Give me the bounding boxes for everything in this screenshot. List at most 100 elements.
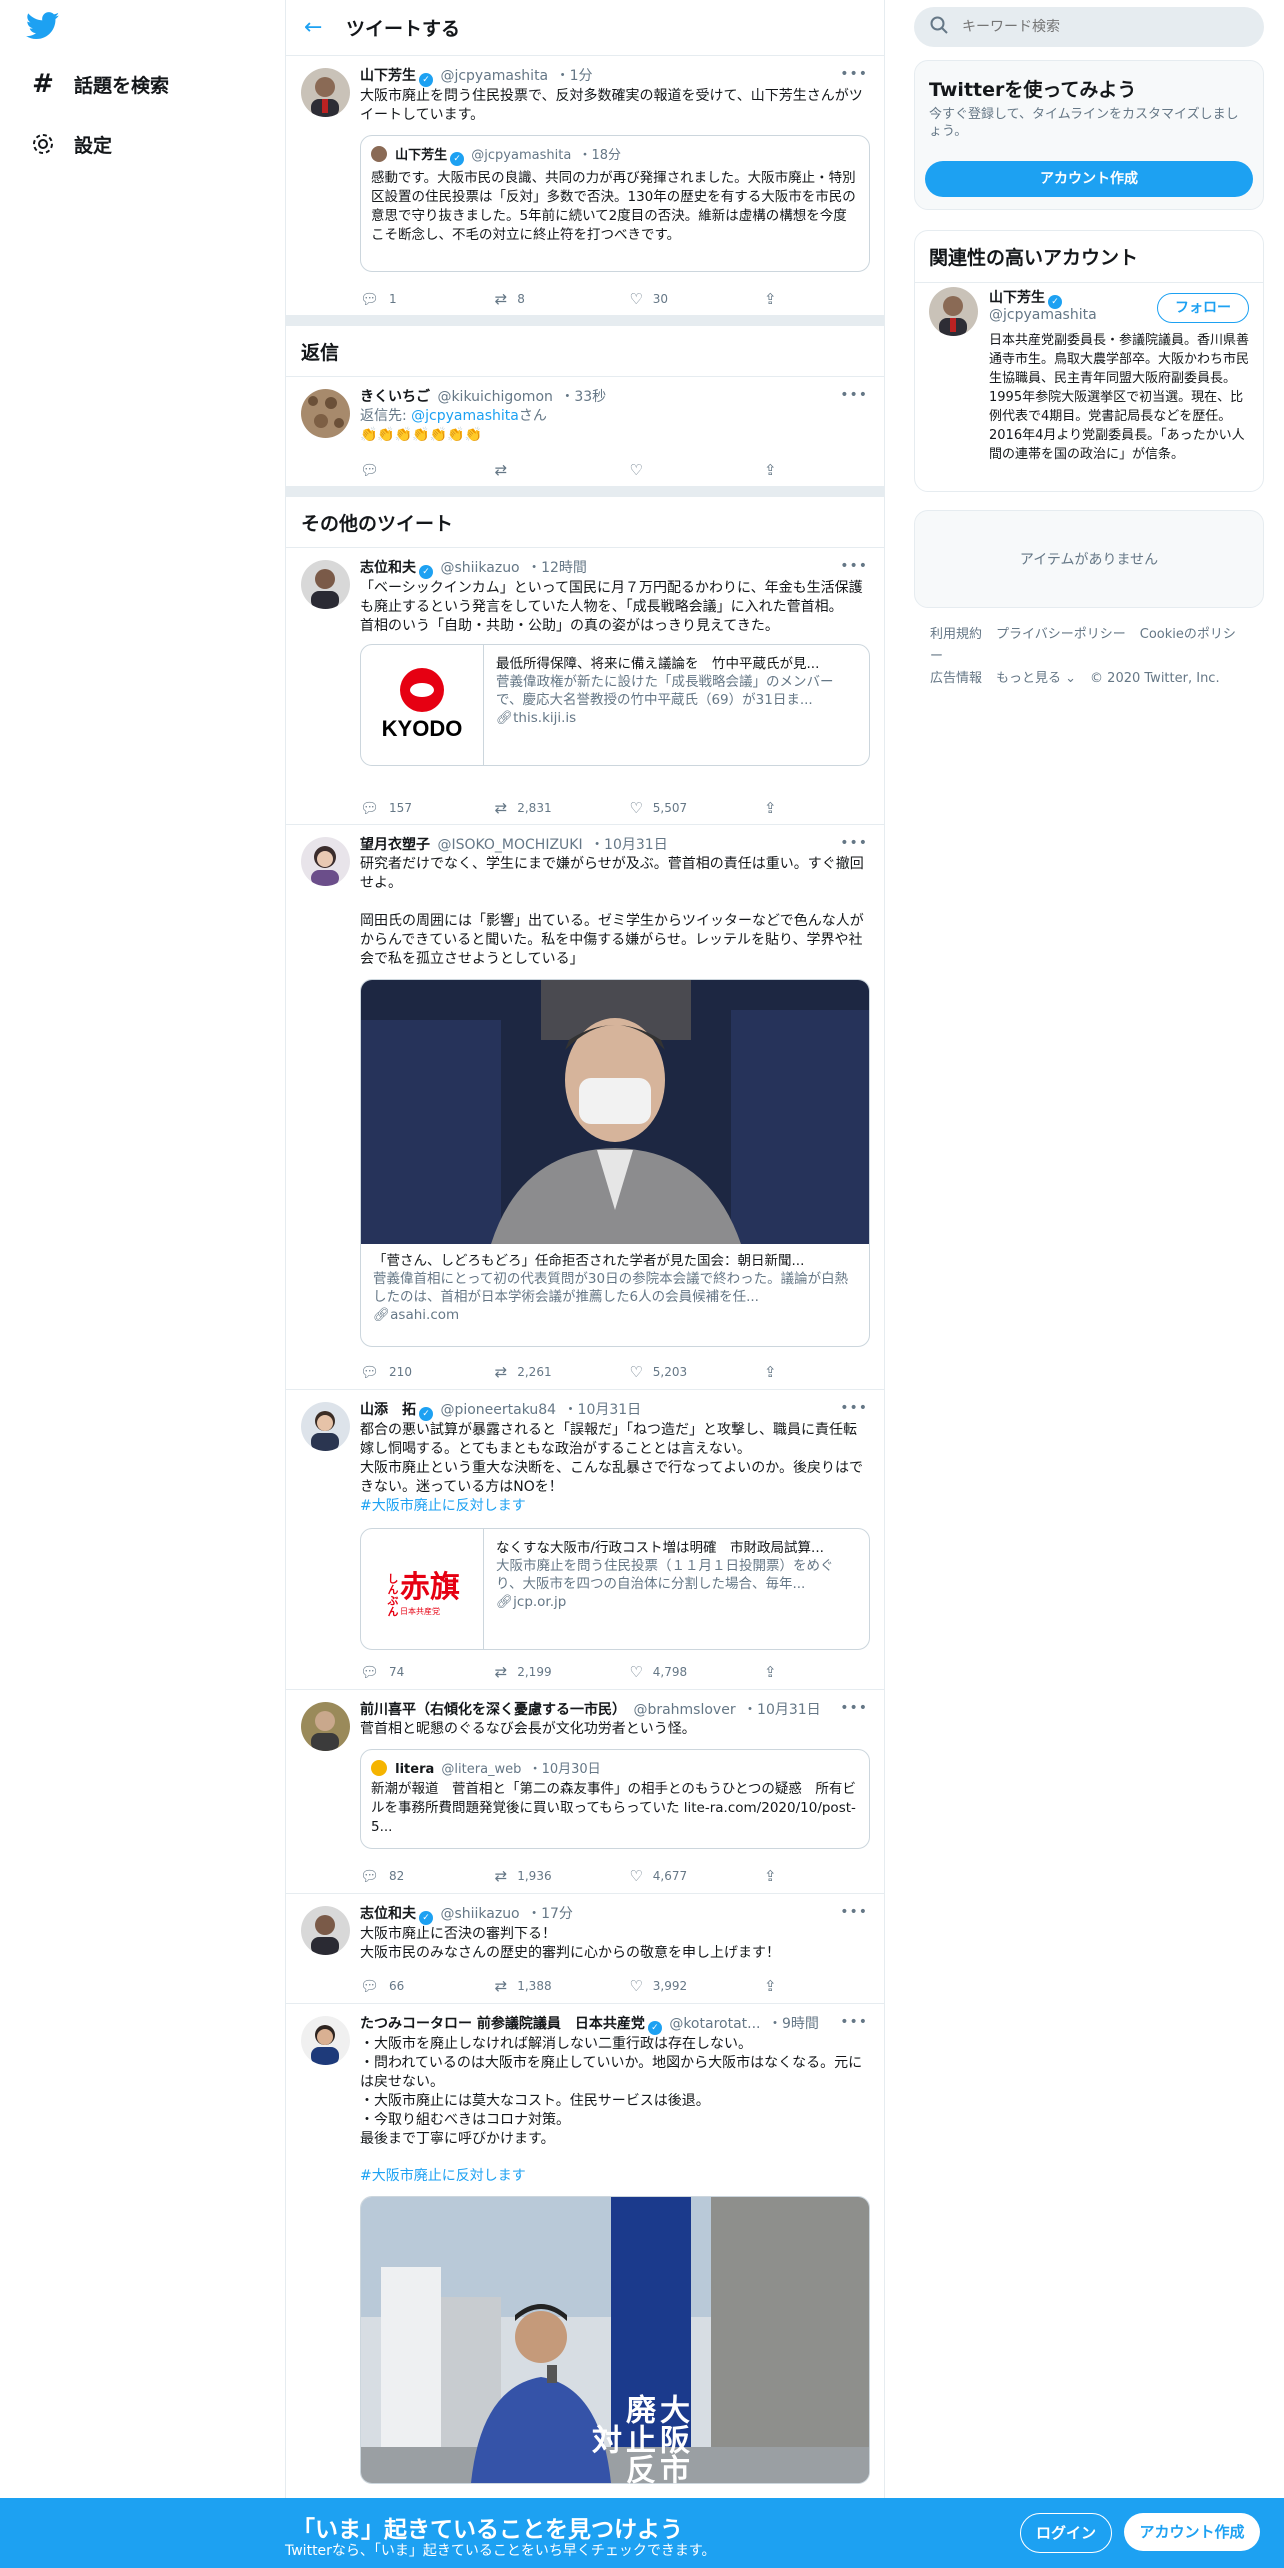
like-button[interactable]: ♡ 5,203 [629, 1363, 749, 1381]
tweet-author-name[interactable]: 志位和夫 [360, 1906, 416, 1922]
more-options-icon[interactable]: ••• [840, 2014, 868, 2030]
tweet-time[interactable]: ・33秒 [560, 389, 606, 405]
tweet-author-handle[interactable]: @shiikazuo [440, 560, 519, 576]
avatar[interactable] [301, 68, 350, 117]
tweet-time[interactable]: ・1分 [556, 68, 593, 84]
tweet-author-name[interactable]: 志位和夫 [360, 560, 416, 576]
timeline-tweet[interactable]: 山添 拓 ✓ @pioneertaku84 ・10月31日 都合の悪い試算が暴露さ… [286, 1390, 884, 1690]
more-options-icon[interactable]: ••• [840, 1700, 868, 1716]
timeline-tweet[interactable]: 前川喜平（右傾化を深く憂慮する一市民） @brahmslover ・10月31日… [286, 1690, 884, 1894]
tweet-author-name[interactable]: 望月衣塑子 [360, 837, 430, 853]
tweet-author-handle[interactable]: @ISOKO_MOCHIZUKI [437, 837, 582, 853]
avatar[interactable] [929, 287, 978, 336]
reply-button[interactable]: 💬︎ [360, 461, 480, 479]
link-card[interactable]: 「菅さん、しどろもどろ」任命拒否された学者が見た国会：朝日新聞... 菅義偉首相… [360, 979, 870, 1347]
retweet-button[interactable]: ⇄ 1,936 [495, 1867, 615, 1885]
retweet-button[interactable]: ⇄ 8 [495, 290, 615, 308]
tweet-author-handle[interactable]: @kikuichigomon [437, 389, 552, 405]
avatar[interactable] [301, 389, 350, 438]
like-button[interactable]: ♡ 4,798 [629, 1663, 749, 1681]
nav-settings[interactable]: 設定 [30, 124, 112, 164]
reply-tweet[interactable]: きくいちご @kikuichigomon ・33秒 返信先: @jcpyamas… [286, 377, 884, 487]
avatar[interactable] [301, 560, 350, 609]
related-account-name-row[interactable]: 山下芳生 ✓ [989, 287, 1062, 309]
login-button[interactable]: ログイン [1020, 2513, 1112, 2553]
footer-ads-info[interactable]: 広告情報 [930, 671, 982, 686]
more-options-icon[interactable]: ••• [840, 387, 868, 403]
footer-terms[interactable]: 利用規約 [930, 627, 982, 642]
hashtag-link[interactable]: #大阪市廃止に反対します [360, 1497, 870, 1516]
more-options-icon[interactable]: ••• [840, 66, 868, 82]
more-options-icon[interactable]: ••• [840, 558, 868, 574]
footer-privacy[interactable]: プライバシーポリシー [996, 627, 1126, 642]
tweet-time[interactable]: ・10月31日 [743, 1702, 821, 1718]
reply-button[interactable]: 💬︎ 74 [360, 1663, 480, 1681]
focused-tweet[interactable]: 山下芳生 ✓ @jcpyamashita ・1分 大阪市廃止を問う住民投票で、反対… [286, 56, 884, 316]
reply-to-handle[interactable]: @jcpyamashita [411, 408, 519, 424]
back-arrow-icon[interactable]: ← [304, 15, 334, 40]
link-card[interactable]: しんぶん 赤旗 日本共産党 なくすな大阪市/行政コスト増は明確 市財政局試算..… [360, 1528, 870, 1650]
like-button[interactable]: ♡ 30 [629, 290, 749, 308]
tweet-time[interactable]: ・17分 [527, 1906, 573, 1922]
more-options-icon[interactable]: ••• [840, 835, 868, 851]
search-box[interactable] [914, 7, 1264, 47]
reply-button[interactable]: 💬︎ 66 [360, 1977, 480, 1995]
share-button[interactable]: ⇪ [764, 799, 804, 817]
tweet-author-name[interactable]: 山下芳生 [360, 68, 416, 84]
tweet-author-name[interactable]: たつみコータロー 前参議院議員 日本共産党 [360, 2016, 645, 2032]
avatar[interactable] [301, 837, 350, 886]
follow-button[interactable]: フォロー [1157, 293, 1249, 323]
quoted-tweet[interactable]: 山下芳生 ✓ @jcpyamashita ・18分 感動です。大阪市民の良識、共同… [360, 135, 870, 272]
share-button[interactable]: ⇪ [764, 290, 804, 308]
footer-more[interactable]: もっと見る ⌄ [996, 671, 1076, 686]
quoted-tweet[interactable]: litera @litera_web ・10月30日 新潮が報道 菅首相と「第二… [360, 1749, 870, 1849]
timeline-tweet[interactable]: 志位和夫 ✓ @shiikazuo ・12時間 「ベーシックインカム」といって国民… [286, 548, 884, 825]
timeline-tweet[interactable]: たつみコータロー 前参議院議員 日本共産党 ✓ @kotarotat... ・9時… [286, 2004, 884, 2504]
retweet-button[interactable]: ⇄ 1,388 [495, 1977, 615, 1995]
share-button[interactable]: ⇪ [764, 1663, 804, 1681]
reply-button[interactable]: 💬︎ 157 [360, 799, 480, 817]
twitter-logo-icon[interactable] [25, 12, 66, 44]
more-options-icon[interactable]: ••• [840, 1400, 868, 1416]
share-button[interactable]: ⇪ [764, 461, 804, 479]
tweet-author-handle[interactable]: @kotarotat... [669, 2016, 760, 2032]
tweet-time[interactable]: ・10月31日 [590, 837, 668, 853]
like-button[interactable]: ♡ 5,507 [629, 799, 749, 817]
share-button[interactable]: ⇪ [764, 1977, 804, 1995]
timeline-tweet[interactable]: 志位和夫 ✓ @shiikazuo ・17分 大阪市廃止に否決の審判下る！ 大阪市… [286, 1894, 884, 2004]
avatar[interactable] [301, 1402, 350, 1451]
tweet-time[interactable]: ・10月31日 [564, 1402, 642, 1418]
share-button[interactable]: ⇪ [764, 1867, 804, 1885]
like-button[interactable]: ♡ 4,677 [629, 1867, 749, 1885]
retweet-button[interactable]: ⇄ 2,831 [495, 799, 615, 817]
reply-button[interactable]: 💬︎ 210 [360, 1363, 480, 1381]
tweet-author-handle[interactable]: @pioneertaku84 [440, 1402, 556, 1418]
reply-button[interactable]: 💬︎ 82 [360, 1867, 480, 1885]
tweet-author-handle[interactable]: @jcpyamashita [440, 68, 548, 84]
search-input[interactable] [960, 18, 1244, 36]
tweet-author-handle[interactable]: @brahmslover [633, 1702, 735, 1718]
create-account-button[interactable]: アカウント作成 [925, 161, 1253, 197]
tweet-author-handle[interactable]: @shiikazuo [440, 1906, 519, 1922]
link-card[interactable]: KYODO 最低所得保障、将来に備え議論を 竹中平蔵氏が見... 菅義偉政権が新… [360, 644, 870, 766]
retweet-button[interactable]: ⇄ [495, 461, 615, 479]
signup-button[interactable]: アカウント作成 [1124, 2513, 1260, 2551]
reply-button[interactable]: 💬︎ 1 [360, 290, 480, 308]
tweet-time[interactable]: ・9時間 [768, 2016, 819, 2032]
avatar[interactable] [301, 1906, 350, 1955]
avatar[interactable] [301, 2016, 350, 2065]
retweet-button[interactable]: ⇄ 2,261 [495, 1363, 615, 1381]
like-button[interactable]: ♡ [629, 461, 749, 479]
avatar[interactable] [301, 1702, 350, 1751]
more-options-icon[interactable]: ••• [840, 1904, 868, 1920]
tweet-time[interactable]: ・12時間 [527, 560, 587, 576]
nav-explore[interactable]: # 話題を検索 [30, 64, 169, 104]
tweet-author-name[interactable]: 山添 拓 [360, 1402, 416, 1418]
retweet-button[interactable]: ⇄ 2,199 [495, 1663, 615, 1681]
hashtag-link[interactable]: #大阪市廃止に反対します [360, 2167, 870, 2186]
tweet-author-name[interactable]: きくいちご [360, 389, 430, 405]
timeline-tweet[interactable]: 望月衣塑子 @ISOKO_MOCHIZUKI ・10月31日 研究者だけでなく、… [286, 825, 884, 1390]
like-button[interactable]: ♡ 3,992 [629, 1977, 749, 1995]
share-button[interactable]: ⇪ [764, 1363, 804, 1381]
tweet-author-name[interactable]: 前川喜平（右傾化を深く憂慮する一市民） [360, 1702, 626, 1718]
